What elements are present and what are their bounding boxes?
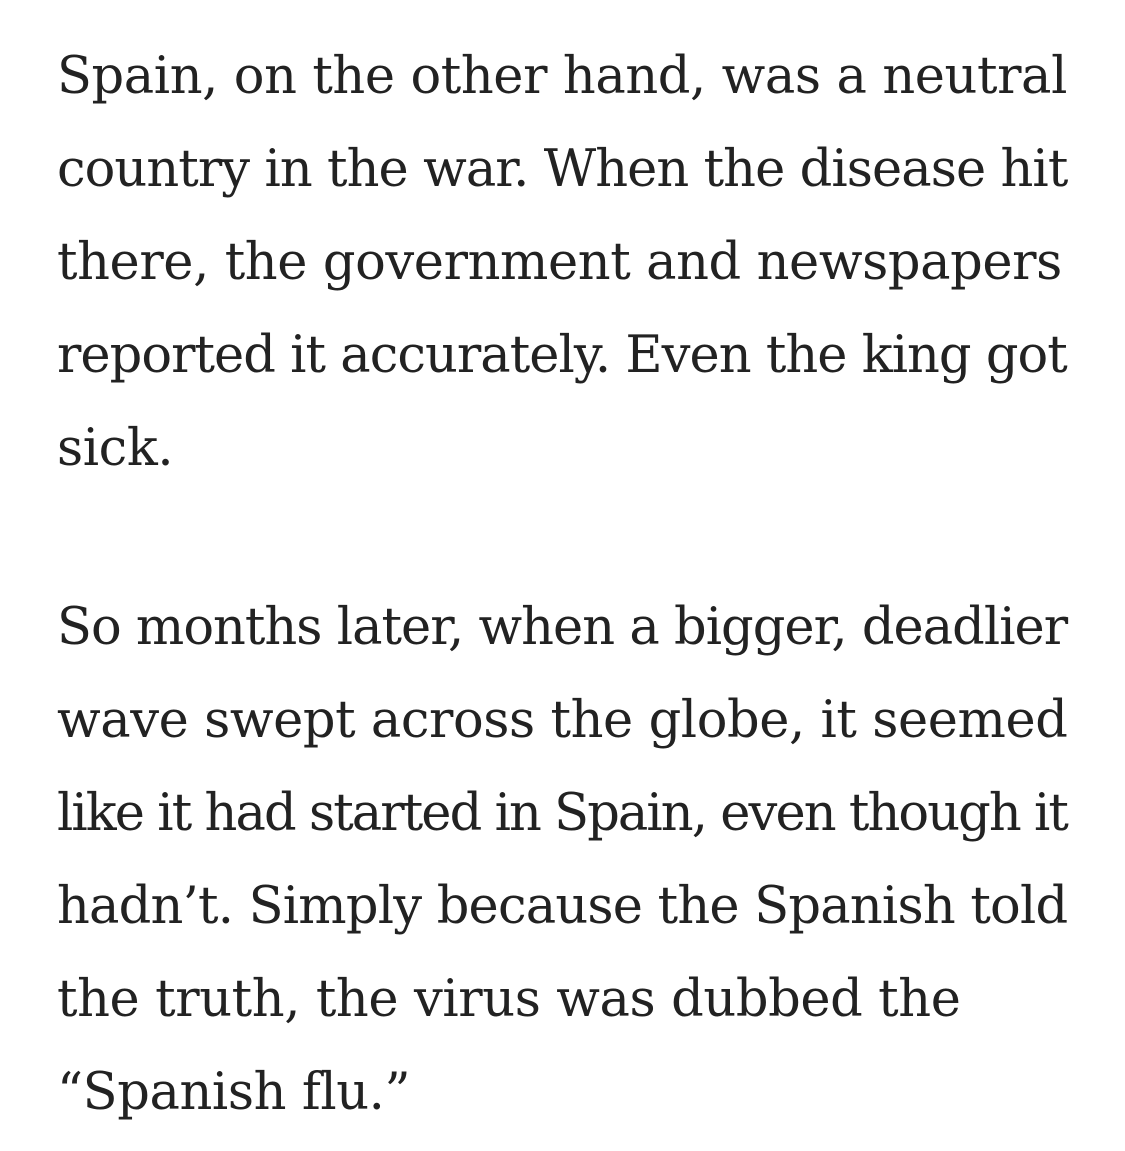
text-line: “Spanish flu.” xyxy=(57,1063,411,1122)
text-line: Spain, on the other hand, was a neutral xyxy=(57,47,1067,106)
article-body: Spain, on the other hand, was a neutral … xyxy=(57,30,1069,1139)
text-line: country in the war. When the disease hit xyxy=(57,140,1068,199)
text-line: So months later, when a bigger, deadlier xyxy=(57,598,1068,657)
text-line: reported it accurately. Even the king go… xyxy=(57,326,1068,385)
text-line: like it had started in Spain, even thoug… xyxy=(57,784,1069,843)
paragraph-spain-neutral: Spain, on the other hand, was a neutral … xyxy=(57,30,1068,495)
paragraph-spanish-flu: So months later, when a bigger, deadlier… xyxy=(57,581,1069,1139)
text-line: the truth, the virus was dubbed the xyxy=(57,970,961,1029)
text-line: sick. xyxy=(57,419,174,478)
text-line: hadn’t. Simply because the Spanish told xyxy=(57,877,1068,936)
text-line: wave swept across the globe, it seemed xyxy=(57,691,1068,750)
text-line: there, the government and newspapers xyxy=(57,233,1062,292)
